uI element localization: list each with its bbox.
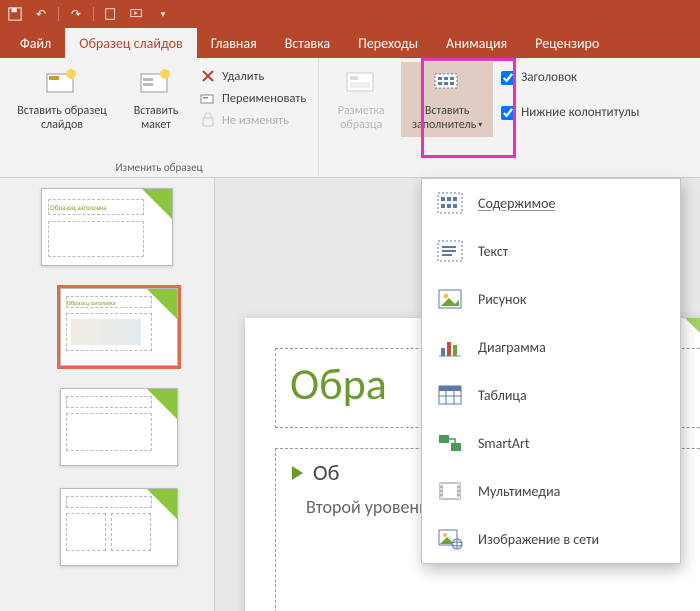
dropdown-item-label: Изображение в сети <box>478 531 599 548</box>
dropdown-item-chart[interactable]: Диаграмма <box>422 323 680 371</box>
checkbox-title[interactable]: Заголовок <box>497 68 643 87</box>
dropdown-item-label: Рисунок <box>478 291 526 308</box>
bullet-1-text: Об <box>313 459 339 486</box>
checkbox-title-label: Заголовок <box>521 70 577 85</box>
separator <box>93 7 94 21</box>
smartart-icon <box>436 429 464 457</box>
dropdown-item-label: SmartArt <box>478 435 530 452</box>
checkbox-footers[interactable]: Нижние колонтитулы <box>497 103 643 122</box>
insert-layout-button[interactable]: Вставить макет <box>122 62 190 137</box>
checkbox-title-input[interactable] <box>501 71 515 85</box>
picture-icon <box>436 285 464 313</box>
thumbnail-layout-1[interactable]: Образец заголовка <box>60 288 178 366</box>
thumbnail-panel[interactable]: Образец заголовка Образец заголовка <box>0 178 215 611</box>
group-master-layout: Разметка образца Вставить заполнитель▾ З… <box>319 58 649 177</box>
dropdown-item-online-picture[interactable]: Изображение в сети <box>422 515 680 563</box>
thumbnail-master[interactable]: Образец заголовка <box>41 188 173 266</box>
thumbnail-layout-2[interactable] <box>60 388 178 466</box>
checkbox-footers-input[interactable] <box>501 106 515 120</box>
group-edit-master-label: Изменить образец <box>115 159 202 175</box>
dropdown-item-label: Мультимедиа <box>478 483 560 500</box>
insert-placeholder-label-2: заполнитель <box>412 118 476 132</box>
rename-button[interactable]: Переименовать <box>194 88 312 108</box>
dropdown-item-media[interactable]: Мультимедиа <box>422 467 680 515</box>
dropdown-item-text[interactable]: Текст <box>422 227 680 275</box>
master-layout-label: Разметка образца <box>327 104 395 133</box>
tab-animations[interactable]: Анимация <box>432 28 521 58</box>
dropdown-item-label: Текст <box>478 243 508 260</box>
bullet-2-text: Второй уровень <box>306 496 428 518</box>
preserve-label: Не изменять <box>222 113 289 128</box>
insert-layout-label: Вставить макет <box>124 104 188 133</box>
content-icon <box>436 189 464 217</box>
tab-transitions[interactable]: Переходы <box>344 28 432 58</box>
dropdown-item-label: Диаграмма <box>478 339 546 356</box>
tab-home[interactable]: Главная <box>197 28 271 58</box>
delete-label: Удалить <box>222 69 264 84</box>
tab-insert[interactable]: Вставка <box>271 28 344 58</box>
media-icon <box>436 477 464 505</box>
thumbnail-layout-3[interactable] <box>60 488 178 566</box>
table-icon <box>436 381 464 409</box>
dropdown-item-table[interactable]: Таблица <box>422 371 680 419</box>
dropdown-item-picture[interactable]: Рисунок <box>422 275 680 323</box>
tab-file[interactable]: Файл <box>6 28 65 58</box>
tab-review[interactable]: Рецензиро <box>521 28 613 58</box>
dropdown-item-label: Таблица <box>478 387 527 404</box>
ribbon: Вставить образец слайдов Вставить макет … <box>0 58 700 178</box>
preserve-button: Не изменять <box>194 110 312 130</box>
insert-placeholder-dropdown: Содержимое Текст Рисунок Диаграмма Табли… <box>421 178 681 564</box>
separator <box>58 7 59 21</box>
text-icon <box>436 237 464 265</box>
dropdown-item-smartart[interactable]: SmartArt <box>422 419 680 467</box>
touch-mode-icon[interactable] <box>102 5 120 23</box>
dropdown-item-label: Содержимое <box>478 195 555 212</box>
undo-icon[interactable]: ↶ <box>32 5 50 23</box>
master-layout-button: Разметка образца <box>325 62 397 137</box>
group-edit-master: Вставить образец слайдов Вставить макет … <box>0 58 319 177</box>
insert-slide-master-label: Вставить образец слайдов <box>8 104 116 133</box>
online-picture-icon <box>436 525 464 553</box>
checkbox-footers-label: Нижние колонтитулы <box>521 105 639 120</box>
chevron-down-icon: ▾ <box>478 121 482 131</box>
chart-icon <box>436 333 464 361</box>
ribbon-tabs: Файл Образец слайдов Главная Вставка Пер… <box>0 28 700 58</box>
slideshow-icon[interactable] <box>128 5 146 23</box>
dropdown-item-content[interactable]: Содержимое <box>422 179 680 227</box>
rename-label: Переименовать <box>222 91 306 106</box>
insert-placeholder-button[interactable]: Вставить заполнитель▾ <box>401 62 493 137</box>
delete-button[interactable]: Удалить <box>194 66 312 86</box>
quick-access-toolbar: ↶ ↷ ▾ <box>0 0 700 28</box>
tab-slide-master[interactable]: Образец слайдов <box>65 28 197 58</box>
save-icon[interactable] <box>6 5 24 23</box>
insert-placeholder-label-1: Вставить <box>425 104 470 118</box>
customize-qat-icon[interactable]: ▾ <box>154 5 172 23</box>
title-text: Обра <box>290 357 387 411</box>
redo-icon[interactable]: ↷ <box>67 5 85 23</box>
bullet-icon <box>292 466 303 480</box>
insert-slide-master-button[interactable]: Вставить образец слайдов <box>6 62 118 137</box>
